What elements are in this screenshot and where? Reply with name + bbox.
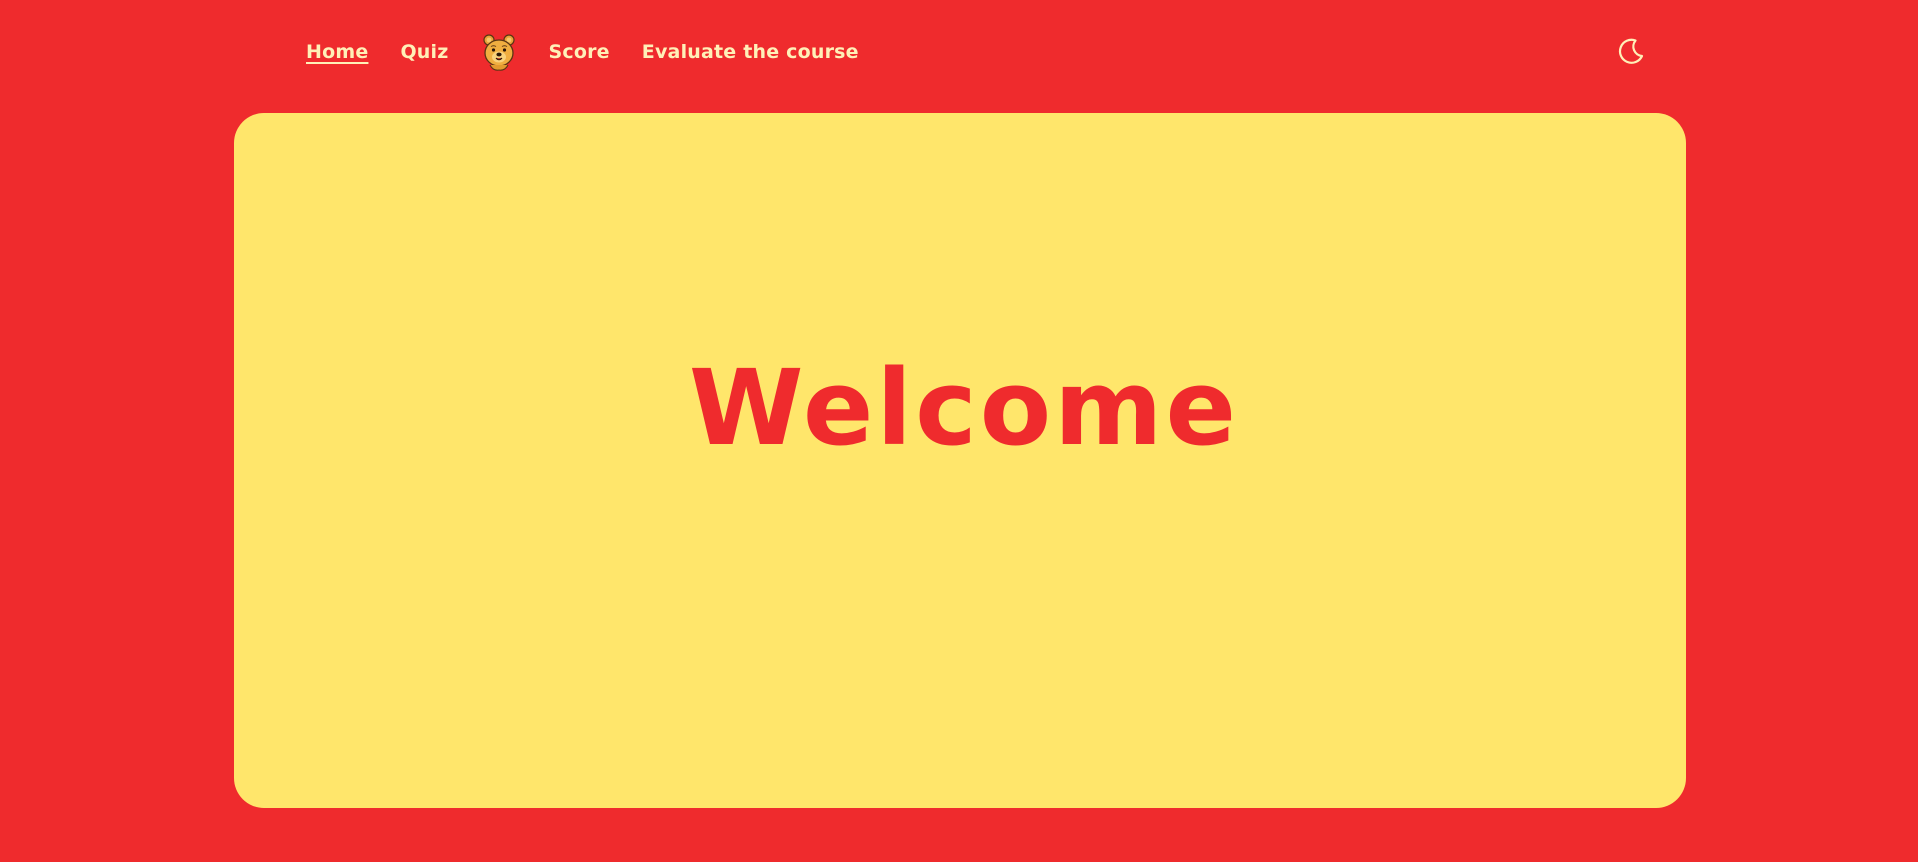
page: Home Quiz Score Evaluate the course Welc… <box>0 0 1918 862</box>
moon-icon <box>1618 38 1644 64</box>
welcome-card: Welcome <box>234 113 1686 808</box>
top-navbar: Home Quiz Score Evaluate the course <box>0 0 1918 104</box>
nav-link-quiz[interactable]: Quiz <box>400 41 448 63</box>
bear-face-icon[interactable] <box>481 32 517 72</box>
nav-link-home[interactable]: Home <box>306 41 368 63</box>
nav-link-evaluate-course[interactable]: Evaluate the course <box>642 41 859 63</box>
nav-link-score[interactable]: Score <box>549 41 610 63</box>
welcome-heading: Welcome <box>688 347 1240 469</box>
theme-toggle-button[interactable] <box>1614 34 1648 68</box>
nav-links: Home Quiz Score Evaluate the course <box>306 30 859 74</box>
